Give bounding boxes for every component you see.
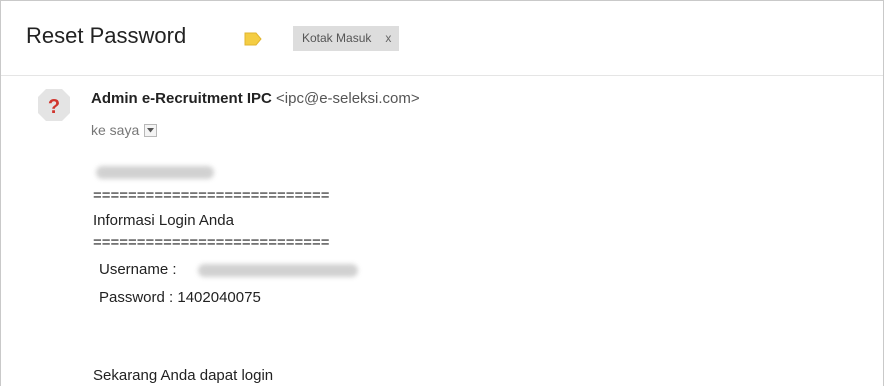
svg-text:?: ? — [48, 96, 60, 118]
recipient-text: ke saya — [91, 122, 140, 138]
sender-name[interactable]: Admin e-Recruitment IPC — [91, 90, 272, 107]
recipient-line: ke saya — [91, 122, 158, 138]
closing-line: Sekarang Anda dapat login — [93, 367, 274, 384]
login-info-heading: Informasi Login Anda — [93, 212, 234, 229]
inbox-label-chip[interactable]: Kotak Masuk x — [293, 26, 400, 51]
password-value: 1402040075 — [177, 289, 261, 306]
separator-top: =========================== — [93, 187, 330, 204]
separator-bottom: =========================== — [93, 234, 330, 251]
unknown-sender-avatar-icon: ? — [38, 89, 70, 121]
redacted-recipient-name — [96, 166, 214, 179]
remove-label-button[interactable]: x — [385, 31, 391, 45]
redacted-username — [198, 264, 358, 277]
chevron-down-icon — [147, 127, 155, 133]
password-row: Password : 1402040075 — [99, 289, 261, 306]
inbox-label-text: Kotak Masuk — [302, 31, 372, 45]
password-label: Password : — [99, 289, 174, 306]
sender-line: Admin e-Recruitment IPC <ipc@e-seleksi.c… — [91, 90, 420, 107]
subject-header: Reset Password Kotak Masuk x — [1, 1, 883, 76]
label-tag-icon[interactable] — [244, 32, 262, 46]
sender-email: <ipc@e-seleksi.com> — [276, 90, 420, 107]
email-subject: Reset Password — [26, 23, 187, 48]
email-view: Reset Password Kotak Masuk x ? Admin e-Re… — [0, 0, 884, 386]
username-label: Username : — [99, 261, 177, 278]
details-dropdown-button[interactable] — [144, 123, 158, 137]
